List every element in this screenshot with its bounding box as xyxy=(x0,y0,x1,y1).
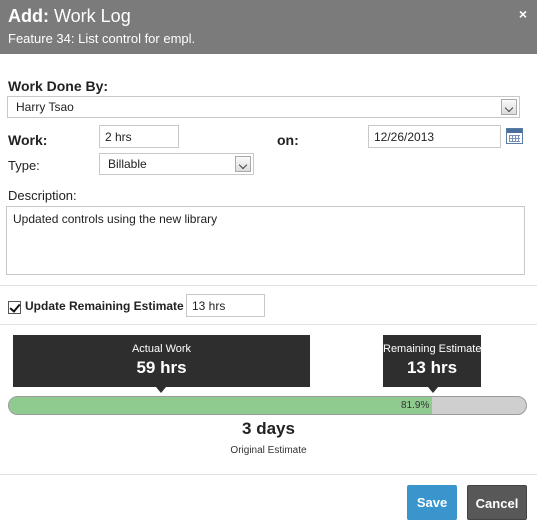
work-done-by-select[interactable]: Harry Tsao xyxy=(7,96,520,118)
type-select[interactable]: Billable xyxy=(99,153,254,175)
progress-bar: 81.9% xyxy=(8,396,527,415)
remaining-estimate-label: Remaining Estimate xyxy=(383,343,482,355)
cancel-button[interactable]: Cancel xyxy=(467,485,527,520)
divider xyxy=(0,285,537,286)
dialog-title-text: Work Log xyxy=(54,6,131,26)
save-button[interactable]: Save xyxy=(407,485,457,520)
actual-work-value: 59 hrs xyxy=(136,358,187,377)
calendar-icon[interactable] xyxy=(506,128,523,144)
date-input[interactable]: 12/26/2013 xyxy=(368,125,501,148)
type-label: Type: xyxy=(8,158,40,173)
chevron-down-icon[interactable] xyxy=(235,156,251,172)
progress-fill xyxy=(9,397,432,414)
work-done-by-value: Harry Tsao xyxy=(16,100,74,114)
description-label: Description: xyxy=(8,188,77,203)
actual-work-callout: Actual Work 59 hrs xyxy=(13,335,310,393)
update-estimate-label: Update Remaining Estimate xyxy=(25,299,184,313)
callout-pointer xyxy=(156,387,166,393)
dialog-title: Add: Work Log xyxy=(8,5,131,27)
chevron-down-icon[interactable] xyxy=(501,99,517,115)
divider xyxy=(0,324,537,325)
remaining-estimate-callout: Remaining Estimate 13 hrs xyxy=(383,335,482,393)
progress-percent: 81.9% xyxy=(401,400,430,411)
type-value: Billable xyxy=(108,157,147,171)
description-textarea[interactable]: Updated controls using the new library xyxy=(6,206,525,275)
work-hours-input[interactable]: 2 hrs xyxy=(99,125,179,148)
work-done-by-label: Work Done By: xyxy=(8,78,109,94)
dialog-title-prefix: Add: xyxy=(8,6,49,26)
dialog-header: Add: Work Log Feature 34: List control f… xyxy=(0,0,537,54)
dialog-footer: Save Cancel xyxy=(0,474,537,529)
close-icon[interactable]: × xyxy=(519,6,527,22)
on-label: on: xyxy=(277,132,299,148)
work-label: Work: xyxy=(8,132,48,148)
update-estimate-checkbox[interactable] xyxy=(8,301,21,314)
remaining-estimate-value: 13 hrs xyxy=(406,358,458,377)
remaining-estimate-input[interactable]: 13 hrs xyxy=(186,294,265,317)
dialog-subtitle: Feature 34: List control for empl. xyxy=(8,31,196,46)
callout-pointer xyxy=(428,387,438,393)
actual-work-label: Actual Work xyxy=(131,343,192,355)
original-estimate-value: 3 days xyxy=(242,419,295,438)
original-estimate-label: Original Estimate xyxy=(230,445,307,456)
